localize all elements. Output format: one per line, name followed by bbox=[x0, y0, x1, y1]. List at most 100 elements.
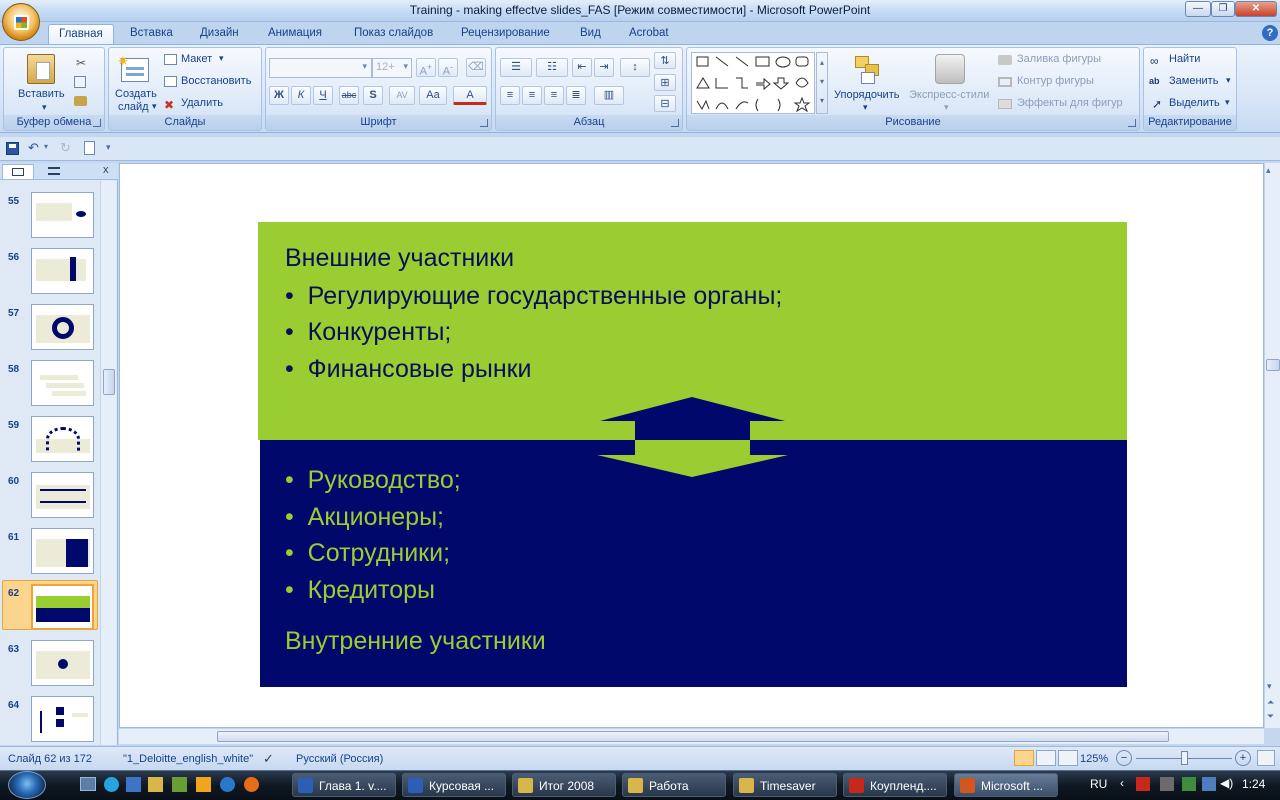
scroll-up-icon[interactable]: ▴ bbox=[1266, 165, 1271, 176]
shape-outline-button[interactable]: Контур фигуры bbox=[1017, 75, 1094, 87]
align-left-icon[interactable]: ≡ bbox=[500, 86, 520, 105]
paragraph-launcher-icon[interactable] bbox=[671, 119, 679, 127]
zoom-out-icon[interactable]: − bbox=[1116, 750, 1132, 766]
media-player-icon[interactable] bbox=[196, 777, 211, 792]
save-icon[interactable] bbox=[6, 142, 19, 155]
slide-thumbnail-60[interactable] bbox=[31, 472, 94, 518]
spellcheck-icon[interactable]: ✓ bbox=[263, 751, 274, 767]
strikethrough-button[interactable]: abc bbox=[339, 86, 359, 105]
arrange-button[interactable]: Упорядочить bbox=[834, 89, 899, 101]
font-color-button[interactable]: A bbox=[453, 86, 487, 105]
customize-qat-icon[interactable]: ▾ bbox=[106, 142, 111, 153]
undo-icon[interactable]: ↶ bbox=[28, 140, 39, 156]
scroll-down-icon[interactable]: ▾ bbox=[1267, 681, 1272, 692]
slide-thumbnail-61[interactable] bbox=[31, 528, 94, 574]
align-text-icon[interactable]: ⊞ bbox=[654, 74, 676, 91]
slide-thumbnail-55[interactable] bbox=[31, 192, 94, 238]
justify-icon[interactable]: ≣ bbox=[566, 86, 586, 105]
bullets-icon[interactable]: ☰ bbox=[500, 58, 532, 77]
delete-button[interactable]: Удалить bbox=[181, 97, 223, 109]
layout-button[interactable]: Макет bbox=[181, 53, 212, 65]
input-language[interactable]: RU bbox=[1090, 777, 1107, 791]
shrink-font-button[interactable]: A- bbox=[438, 58, 458, 78]
zoom-slider-thumb[interactable] bbox=[1181, 751, 1188, 765]
tab-home[interactable]: Главная bbox=[48, 24, 114, 44]
shadow-button[interactable]: S bbox=[363, 86, 383, 105]
slide-thumbnail-57[interactable] bbox=[31, 304, 94, 350]
browser-icon[interactable] bbox=[220, 777, 235, 792]
tab-review[interactable]: Рецензирование bbox=[451, 24, 560, 44]
increase-indent-icon[interactable]: ⇥ bbox=[594, 58, 614, 77]
slide-thumbnail-62[interactable] bbox=[31, 584, 94, 630]
app-icon[interactable] bbox=[126, 777, 141, 792]
slide-thumbnail-59[interactable] bbox=[31, 416, 94, 462]
copy-icon[interactable] bbox=[74, 76, 86, 88]
normal-view-icon[interactable] bbox=[1014, 750, 1034, 766]
zoom-in-icon[interactable]: + bbox=[1235, 750, 1251, 766]
italic-button[interactable]: К bbox=[291, 86, 311, 105]
char-spacing-button[interactable]: AV bbox=[389, 86, 415, 105]
previous-slide-icon[interactable]: ⏶ bbox=[1267, 697, 1274, 708]
slide-thumbnail-58[interactable] bbox=[31, 360, 94, 406]
network-icon[interactable] bbox=[1202, 777, 1216, 791]
shape-effects-button[interactable]: Эффекты для фигур bbox=[1017, 97, 1123, 109]
skype-icon[interactable] bbox=[104, 777, 119, 792]
close-button[interactable]: ✕ bbox=[1235, 1, 1277, 17]
folder-icon[interactable] bbox=[148, 777, 163, 792]
slide-horizontal-scrollbar[interactable] bbox=[119, 728, 1264, 744]
close-pane-icon[interactable]: x bbox=[103, 164, 109, 176]
bold-button[interactable]: Ж bbox=[269, 86, 289, 105]
taskbar-item-powerpoint[interactable]: Microsoft ... bbox=[954, 773, 1058, 797]
drawing-launcher-icon[interactable] bbox=[1128, 119, 1136, 127]
smartart-icon[interactable]: ⊟ bbox=[654, 95, 676, 112]
select-button[interactable]: Выделить bbox=[1169, 97, 1220, 109]
language-status[interactable]: Русский (Россия) bbox=[296, 753, 383, 765]
vertical-scroll-thumb[interactable] bbox=[1266, 359, 1280, 371]
new-slide-button-line2[interactable]: слайд bbox=[118, 101, 149, 113]
slide-sorter-icon[interactable] bbox=[1036, 750, 1056, 766]
tab-slideshow[interactable]: Показ слайдов bbox=[344, 24, 443, 44]
tab-animation[interactable]: Анимация bbox=[258, 24, 332, 44]
double-arrow-shape[interactable] bbox=[595, 396, 791, 478]
tray-expand-icon[interactable]: ‹ bbox=[1120, 776, 1124, 790]
thumbnails-scrollbar[interactable] bbox=[100, 181, 116, 745]
format-painter-icon[interactable] bbox=[74, 96, 87, 106]
shapes-scroll-icon[interactable]: ▴ ▾ ▾ bbox=[816, 52, 828, 114]
clipboard-launcher-icon[interactable] bbox=[93, 119, 101, 127]
taskbar-item-kursovaya[interactable]: Курсовая ... bbox=[402, 773, 506, 797]
trophy-icon[interactable] bbox=[172, 777, 187, 792]
show-desktop-icon[interactable] bbox=[80, 777, 96, 791]
restore-button[interactable]: ❐ bbox=[1211, 1, 1235, 17]
redo-icon[interactable]: ↻ bbox=[60, 140, 71, 156]
office-button[interactable] bbox=[2, 3, 40, 41]
taskbar-item-koupland[interactable]: Коупленд.... bbox=[843, 773, 947, 797]
new-document-icon[interactable] bbox=[84, 141, 95, 155]
zoom-level[interactable]: 125% bbox=[1080, 753, 1108, 765]
paste-button[interactable]: Вставить bbox=[18, 88, 65, 100]
tab-view[interactable]: Вид bbox=[570, 24, 611, 44]
thumbnails-scroll-thumb[interactable] bbox=[103, 369, 115, 395]
clear-format-icon[interactable]: ⌫ bbox=[466, 58, 486, 77]
outline-tab-icon[interactable] bbox=[38, 164, 70, 179]
slideshow-view-icon[interactable] bbox=[1058, 750, 1078, 766]
taskbar-item-itog[interactable]: Итог 2008 bbox=[512, 773, 616, 797]
reset-button[interactable]: Восстановить bbox=[181, 75, 251, 87]
start-button[interactable] bbox=[8, 771, 46, 799]
horizontal-scroll-thumb[interactable] bbox=[217, 731, 1169, 742]
line-spacing-icon[interactable]: ↕ bbox=[620, 58, 650, 77]
tray-antivirus-icon[interactable] bbox=[1136, 777, 1150, 791]
shape-fill-button[interactable]: Заливка фигуры bbox=[1017, 53, 1101, 65]
taskbar-item-rabota[interactable]: Работа bbox=[622, 773, 726, 797]
grow-font-button[interactable]: A+ bbox=[416, 58, 436, 78]
tab-design[interactable]: Дизайн bbox=[190, 24, 249, 44]
firefox-icon[interactable] bbox=[244, 777, 259, 792]
underline-button[interactable]: Ч bbox=[313, 86, 333, 105]
volume-icon[interactable]: ◀) bbox=[1220, 776, 1233, 790]
minimize-button[interactable]: — bbox=[1185, 1, 1211, 17]
tab-insert[interactable]: Вставка bbox=[120, 24, 183, 44]
taskbar-item-timesaver[interactable]: Timesaver bbox=[733, 773, 837, 797]
new-slide-button-line1[interactable]: Создать bbox=[115, 88, 157, 100]
slide-vertical-scrollbar[interactable]: ▴ ▾ ⏶ ⏷ bbox=[1264, 163, 1280, 728]
slide-thumbnail-56[interactable] bbox=[31, 248, 94, 294]
tray-app-icon[interactable] bbox=[1160, 777, 1174, 791]
